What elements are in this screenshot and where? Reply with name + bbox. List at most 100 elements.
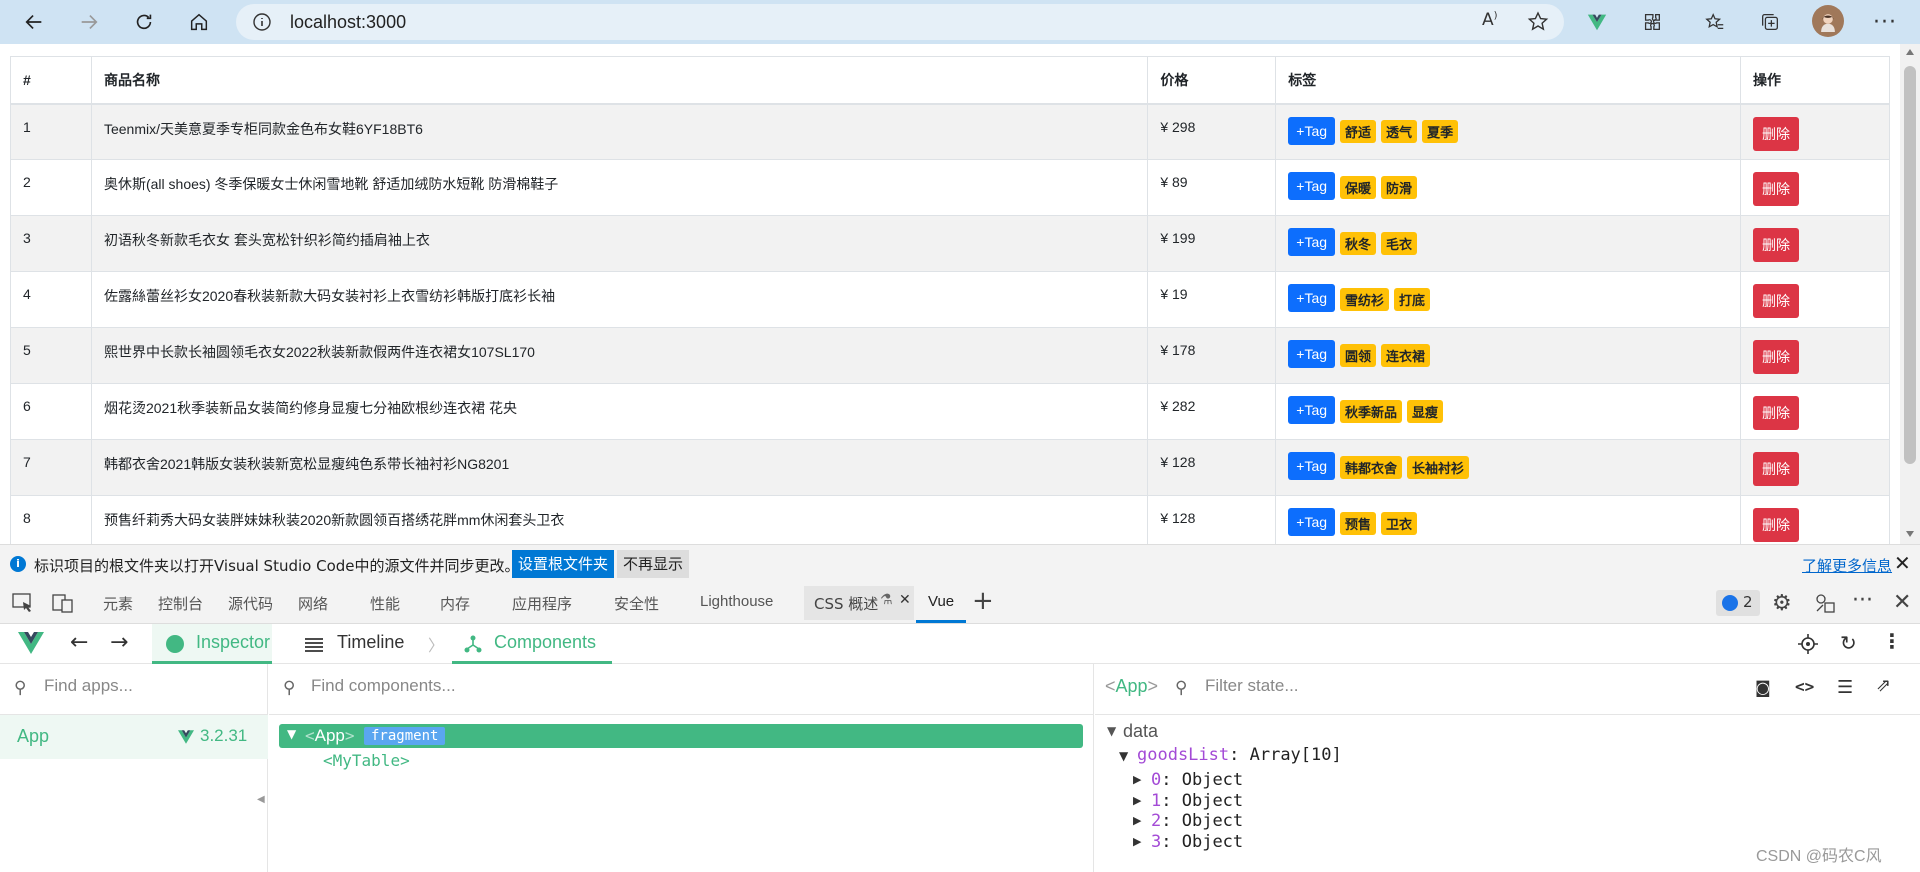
find-apps-input[interactable]: Find apps... bbox=[44, 676, 133, 696]
add-tag-button[interactable]: +Tag bbox=[1288, 396, 1336, 424]
info-icon[interactable] bbox=[252, 12, 272, 32]
inspect-element-icon[interactable] bbox=[12, 593, 34, 613]
watermark: CSDN @码农C风 bbox=[1756, 848, 1882, 865]
state-item[interactable]: 1: Object bbox=[1151, 791, 1243, 811]
tab-memory[interactable]: 内存 bbox=[440, 593, 470, 614]
close-tab-icon[interactable]: ✕ bbox=[899, 592, 911, 608]
expand-arrow-icon[interactable]: ▼ bbox=[287, 727, 296, 741]
add-tag-button[interactable]: +Tag bbox=[1288, 508, 1336, 536]
tab-console[interactable]: 控制台 bbox=[158, 593, 203, 614]
forward-icon[interactable] bbox=[73, 6, 105, 38]
forward-icon[interactable]: → bbox=[110, 630, 128, 655]
home-icon[interactable] bbox=[183, 6, 215, 38]
extensions-icon[interactable] bbox=[1637, 7, 1667, 37]
open-in-editor-icon[interactable]: ⇗ bbox=[1876, 675, 1891, 696]
add-tag-button[interactable]: +Tag bbox=[1288, 228, 1336, 256]
tab-network[interactable]: 网络 bbox=[298, 593, 328, 614]
tab-performance[interactable]: 性能 bbox=[370, 593, 400, 614]
expand-arrow-icon[interactable]: ▼ bbox=[1119, 749, 1128, 763]
tree-node-app[interactable]: ▼ <App> fragment bbox=[279, 724, 1083, 748]
back-icon[interactable]: ← bbox=[70, 630, 88, 655]
add-tag-button[interactable]: +Tag bbox=[1288, 340, 1336, 368]
page-scrollbar[interactable] bbox=[1900, 44, 1920, 544]
collapse-handle-icon[interactable]: ◀ bbox=[257, 794, 265, 805]
tab-components[interactable]: Components bbox=[452, 624, 612, 664]
table-row: 8 预售纤莉秀大码女装胖妹妹秋装2020新款圆领百搭绣花胖mm休闲套头卫衣 ¥ 12… bbox=[10, 495, 1890, 544]
vue-extension-icon[interactable] bbox=[1582, 7, 1612, 37]
more-icon[interactable]: ··· bbox=[1870, 7, 1900, 37]
expand-arrow-icon[interactable]: ▶ bbox=[1133, 773, 1141, 786]
back-icon[interactable] bbox=[18, 6, 50, 38]
tab-vue[interactable]: Vue bbox=[928, 593, 954, 610]
tag-badge: 圆领 bbox=[1340, 343, 1377, 367]
issues-badge[interactable]: 2 bbox=[1716, 590, 1760, 616]
learn-more-link[interactable]: 了解更多信息 bbox=[1802, 555, 1892, 576]
tab-elements[interactable]: 元素 bbox=[103, 593, 133, 614]
tab-inspector[interactable]: Inspector bbox=[152, 624, 272, 664]
address-bar[interactable]: localhost:3000 A) bbox=[236, 4, 1564, 40]
state-item[interactable]: 0: Object bbox=[1151, 770, 1243, 790]
inspect-dom-icon[interactable]: ◙ bbox=[1755, 678, 1771, 697]
app-list-item[interactable]: App 3.2.31 bbox=[0, 715, 268, 759]
code-icon[interactable]: <> bbox=[1795, 677, 1814, 696]
delete-button[interactable]: 删除 bbox=[1753, 228, 1800, 262]
row-index: 7 bbox=[10, 439, 92, 496]
add-tag-button[interactable]: +Tag bbox=[1288, 452, 1336, 480]
product-tags: +Tag 雪纺衫 打底 bbox=[1275, 271, 1742, 328]
select-component-icon[interactable] bbox=[1798, 634, 1818, 654]
scroll-up-icon[interactable] bbox=[1905, 48, 1915, 56]
product-price: ¥ 199 bbox=[1147, 215, 1277, 272]
add-tab-icon[interactable]: + bbox=[972, 586, 994, 616]
delete-button[interactable]: 删除 bbox=[1753, 340, 1800, 374]
set-root-folder-button[interactable]: 设置根文件夹 bbox=[512, 550, 615, 578]
delete-button[interactable]: 删除 bbox=[1753, 508, 1800, 542]
scrollbar-thumb[interactable] bbox=[1904, 66, 1916, 464]
filter-state-input[interactable]: Filter state... bbox=[1205, 676, 1299, 696]
add-tag-button[interactable]: +Tag bbox=[1288, 172, 1336, 200]
delete-button[interactable]: 删除 bbox=[1753, 396, 1800, 430]
expand-arrow-icon[interactable]: ▶ bbox=[1133, 835, 1141, 848]
close-devtools-icon[interactable]: ✕ bbox=[1893, 590, 1911, 615]
collections-icon[interactable] bbox=[1755, 7, 1785, 37]
dont-show-again-button[interactable]: 不再显示 bbox=[617, 550, 690, 578]
tab-application[interactable]: 应用程序 bbox=[512, 593, 572, 614]
device-emulation-icon[interactable] bbox=[52, 593, 74, 613]
row-actions: 删除 bbox=[1740, 383, 1890, 440]
scroll-to-component-icon[interactable]: ☰ bbox=[1837, 677, 1853, 698]
tab-sources[interactable]: 源代码 bbox=[228, 593, 273, 614]
app-name: App bbox=[17, 726, 50, 746]
delete-button[interactable]: 删除 bbox=[1753, 116, 1800, 151]
refresh-icon[interactable]: ↻ bbox=[1840, 631, 1857, 655]
delete-button[interactable]: 删除 bbox=[1753, 284, 1800, 318]
scroll-down-icon[interactable] bbox=[1905, 530, 1915, 538]
column-header-price: 价格 bbox=[1147, 56, 1277, 105]
state-goodslist[interactable]: goodsList: Array[10] bbox=[1137, 745, 1342, 765]
refresh-icon[interactable] bbox=[128, 6, 160, 38]
state-item[interactable]: 3: Object bbox=[1151, 832, 1243, 852]
close-icon[interactable]: ✕ bbox=[1894, 551, 1911, 575]
expand-arrow-icon[interactable]: ▼ bbox=[1107, 724, 1116, 738]
expand-arrow-icon[interactable]: ▶ bbox=[1133, 794, 1141, 807]
customize-icon[interactable] bbox=[1814, 592, 1836, 614]
tab-security[interactable]: 安全性 bbox=[614, 593, 659, 614]
delete-button[interactable]: 删除 bbox=[1753, 172, 1800, 206]
page-content: # 商品名称 价格 标签 操作 1 Teenmix/天美意夏季专柜同款金色布女鞋6… bbox=[0, 44, 1900, 544]
tab-timeline[interactable]: Timeline bbox=[337, 632, 404, 653]
favorites-icon[interactable] bbox=[1700, 7, 1730, 37]
expand-arrow-icon[interactable]: ▶ bbox=[1133, 814, 1141, 827]
table-row: 7 韩都衣舍2021韩版女装秋装新宽松显瘦纯色系带长袖衬衫NG8201 ¥ 128 +… bbox=[10, 439, 1890, 496]
settings-icon[interactable]: ⚙ bbox=[1772, 591, 1792, 616]
favorite-add-icon[interactable] bbox=[1526, 10, 1550, 34]
tree-node-mytable[interactable]: <MyTable> bbox=[323, 751, 410, 770]
more-vertical-icon[interactable]: ⋮ bbox=[1882, 629, 1902, 653]
read-aloud-icon[interactable]: A) bbox=[1482, 10, 1506, 34]
add-tag-button[interactable]: +Tag bbox=[1288, 284, 1336, 312]
profile-avatar[interactable] bbox=[1812, 5, 1844, 37]
state-item[interactable]: 2: Object bbox=[1151, 811, 1243, 831]
tab-css-overview[interactable]: CSS 概述 ⚗ ✕ bbox=[804, 586, 914, 620]
tab-lighthouse[interactable]: Lighthouse bbox=[700, 593, 773, 610]
add-tag-button[interactable]: +Tag bbox=[1288, 116, 1336, 145]
delete-button[interactable]: 删除 bbox=[1753, 452, 1800, 486]
find-components-input[interactable]: Find components... bbox=[311, 676, 456, 696]
more-icon[interactable]: ··· bbox=[1852, 588, 1873, 613]
